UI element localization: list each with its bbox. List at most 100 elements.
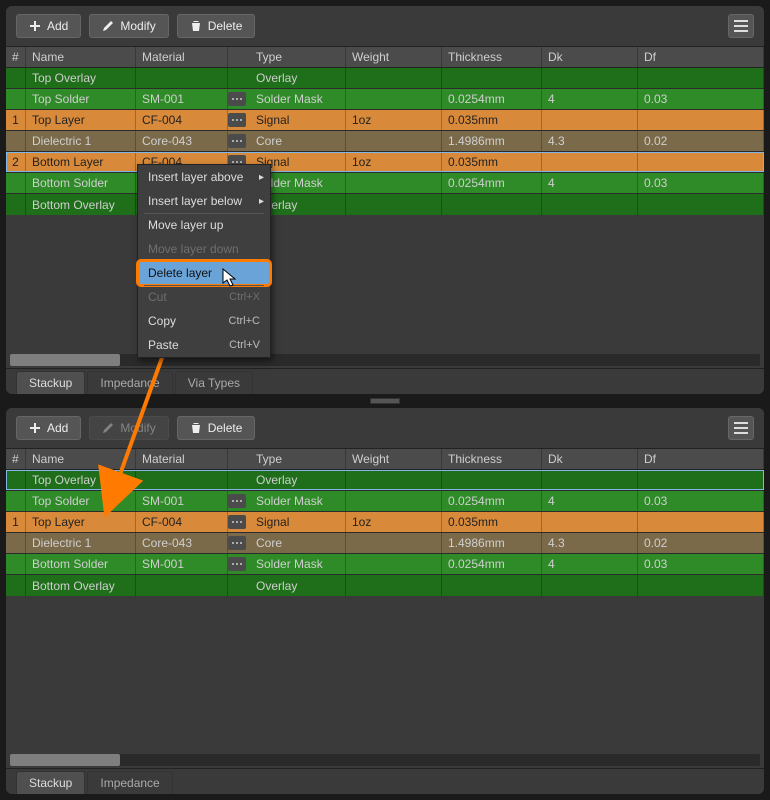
menu-item-paste[interactable]: PasteCtrl+V [138, 333, 270, 357]
table-row[interactable]: 1Top LayerCF-004Signal1oz0.035mm [6, 512, 764, 533]
cell-dk[interactable]: 4.3 [542, 533, 638, 553]
cell-material[interactable]: Core-043 [136, 533, 228, 553]
table-row[interactable]: Top OverlayOverlay [6, 68, 764, 89]
horizontal-scrollbar[interactable] [10, 354, 760, 366]
table-row[interactable]: Bottom Overlay Overlay [6, 575, 764, 596]
cell-thickness[interactable] [442, 575, 542, 596]
material-picker[interactable] [228, 110, 250, 130]
cell-df[interactable] [638, 68, 764, 88]
cell-type[interactable]: Overlay [250, 470, 346, 490]
col-name[interactable]: Name [26, 449, 136, 469]
add-button[interactable]: Add [16, 14, 81, 38]
cell-type[interactable]: Overlay [250, 575, 346, 596]
cell-df[interactable]: 0.03 [638, 173, 764, 193]
horizontal-scrollbar[interactable] [10, 754, 760, 766]
cell-weight[interactable] [346, 131, 442, 151]
col-df[interactable]: Df [638, 449, 764, 469]
menu-item-copy[interactable]: CopyCtrl+C [138, 309, 270, 333]
cell-thickness[interactable] [442, 68, 542, 88]
cell-name[interactable]: Top Solder [26, 89, 136, 109]
cell-weight[interactable]: 1oz [346, 110, 442, 130]
add-button[interactable]: Add [16, 416, 81, 440]
tab-stackup[interactable]: Stackup [16, 771, 85, 794]
tab-impedance[interactable]: Impedance [87, 771, 172, 794]
cell-dk[interactable] [542, 512, 638, 532]
ellipsis-icon[interactable] [228, 536, 246, 550]
col-material[interactable]: Material [136, 47, 228, 67]
cell-weight[interactable] [346, 194, 442, 215]
cell-df[interactable] [638, 470, 764, 490]
tab-impedance[interactable]: Impedance [87, 371, 172, 394]
table-row[interactable]: Top Overlay Overlay [6, 470, 764, 491]
cell-dk[interactable] [542, 152, 638, 172]
col-df[interactable]: Df [638, 47, 764, 67]
delete-button[interactable]: Delete [177, 416, 256, 440]
splitter[interactable] [6, 396, 764, 406]
cell-thickness[interactable]: 0.0254mm [442, 89, 542, 109]
col-name[interactable]: Name [26, 47, 136, 67]
cell-name[interactable]: Top Solder [26, 491, 136, 511]
menu-button[interactable] [728, 416, 754, 440]
col-dk[interactable]: Dk [542, 47, 638, 67]
menu-button[interactable] [728, 14, 754, 38]
cell-dk[interactable] [542, 68, 638, 88]
menu-item-delete-layer[interactable]: Delete layer [138, 261, 270, 285]
material-picker[interactable] [228, 131, 250, 151]
cell-weight[interactable] [346, 173, 442, 193]
cell-name[interactable]: Top Overlay [26, 470, 136, 490]
cell-dk[interactable] [542, 194, 638, 215]
ellipsis-icon[interactable] [228, 113, 246, 127]
cell-df[interactable]: 0.03 [638, 491, 764, 511]
cell-name[interactable]: Bottom Solder [26, 554, 136, 574]
col-thickness[interactable]: Thickness [442, 449, 542, 469]
col-idx[interactable]: # [6, 47, 26, 67]
cell-df[interactable]: 0.03 [638, 554, 764, 574]
cell-thickness[interactable]: 1.4986mm [442, 533, 542, 553]
cell-thickness[interactable]: 0.0254mm [442, 491, 542, 511]
col-thickness[interactable]: Thickness [442, 47, 542, 67]
cell-dk[interactable] [542, 470, 638, 490]
cell-thickness[interactable] [442, 470, 542, 490]
cell-material[interactable]: SM-001 [136, 554, 228, 574]
scrollbar-thumb[interactable] [10, 354, 120, 366]
cell-name[interactable]: Top Layer [26, 512, 136, 532]
cell-type[interactable]: Overlay [250, 68, 346, 88]
col-weight[interactable]: Weight [346, 47, 442, 67]
table-row[interactable]: Top SolderSM-001Solder Mask0.0254mm40.03 [6, 89, 764, 110]
cell-dk[interactable]: 4.3 [542, 131, 638, 151]
ellipsis-icon[interactable] [228, 515, 246, 529]
col-type[interactable]: Type [250, 47, 346, 67]
cell-dk[interactable]: 4 [542, 173, 638, 193]
cell-weight[interactable] [346, 554, 442, 574]
cell-df[interactable] [638, 512, 764, 532]
table-row[interactable]: Dielectric 1Core-043Core1.4986mm4.30.02 [6, 533, 764, 554]
cell-dk[interactable]: 4 [542, 491, 638, 511]
table-row[interactable]: Dielectric 1Core-043Core1.4986mm4.30.02 [6, 131, 764, 152]
modify-button[interactable]: Modify [89, 14, 168, 38]
menu-item-move-layer-up[interactable]: Move layer up [138, 213, 270, 237]
table-row[interactable]: 2Bottom LayerCF-004Signal1oz0.035mm [6, 152, 764, 173]
table-row[interactable]: Bottom OverlayOverlay [6, 194, 764, 215]
col-idx[interactable]: # [6, 449, 26, 469]
cell-type[interactable]: Signal [250, 110, 346, 130]
col-dk[interactable]: Dk [542, 449, 638, 469]
ellipsis-icon[interactable] [228, 134, 246, 148]
menu-item-insert-layer-above[interactable]: Insert layer above [138, 165, 270, 189]
cell-thickness[interactable]: 0.0254mm [442, 173, 542, 193]
cell-weight[interactable] [346, 470, 442, 490]
cell-type[interactable]: Solder Mask [250, 491, 346, 511]
cell-material[interactable]: Core-043 [136, 131, 228, 151]
col-type[interactable]: Type [250, 449, 346, 469]
col-weight[interactable]: Weight [346, 449, 442, 469]
cell-name[interactable]: Bottom Overlay [26, 575, 136, 596]
cell-thickness[interactable]: 0.035mm [442, 152, 542, 172]
table-row[interactable]: Top SolderSM-001Solder Mask0.0254mm40.03 [6, 491, 764, 512]
material-picker[interactable] [228, 512, 250, 532]
ellipsis-icon[interactable] [228, 557, 246, 571]
cell-dk[interactable]: 4 [542, 89, 638, 109]
cell-weight[interactable] [346, 491, 442, 511]
cell-df[interactable] [638, 152, 764, 172]
cell-weight[interactable] [346, 533, 442, 553]
cell-name[interactable]: Dielectric 1 [26, 533, 136, 553]
cell-thickness[interactable]: 0.035mm [442, 110, 542, 130]
